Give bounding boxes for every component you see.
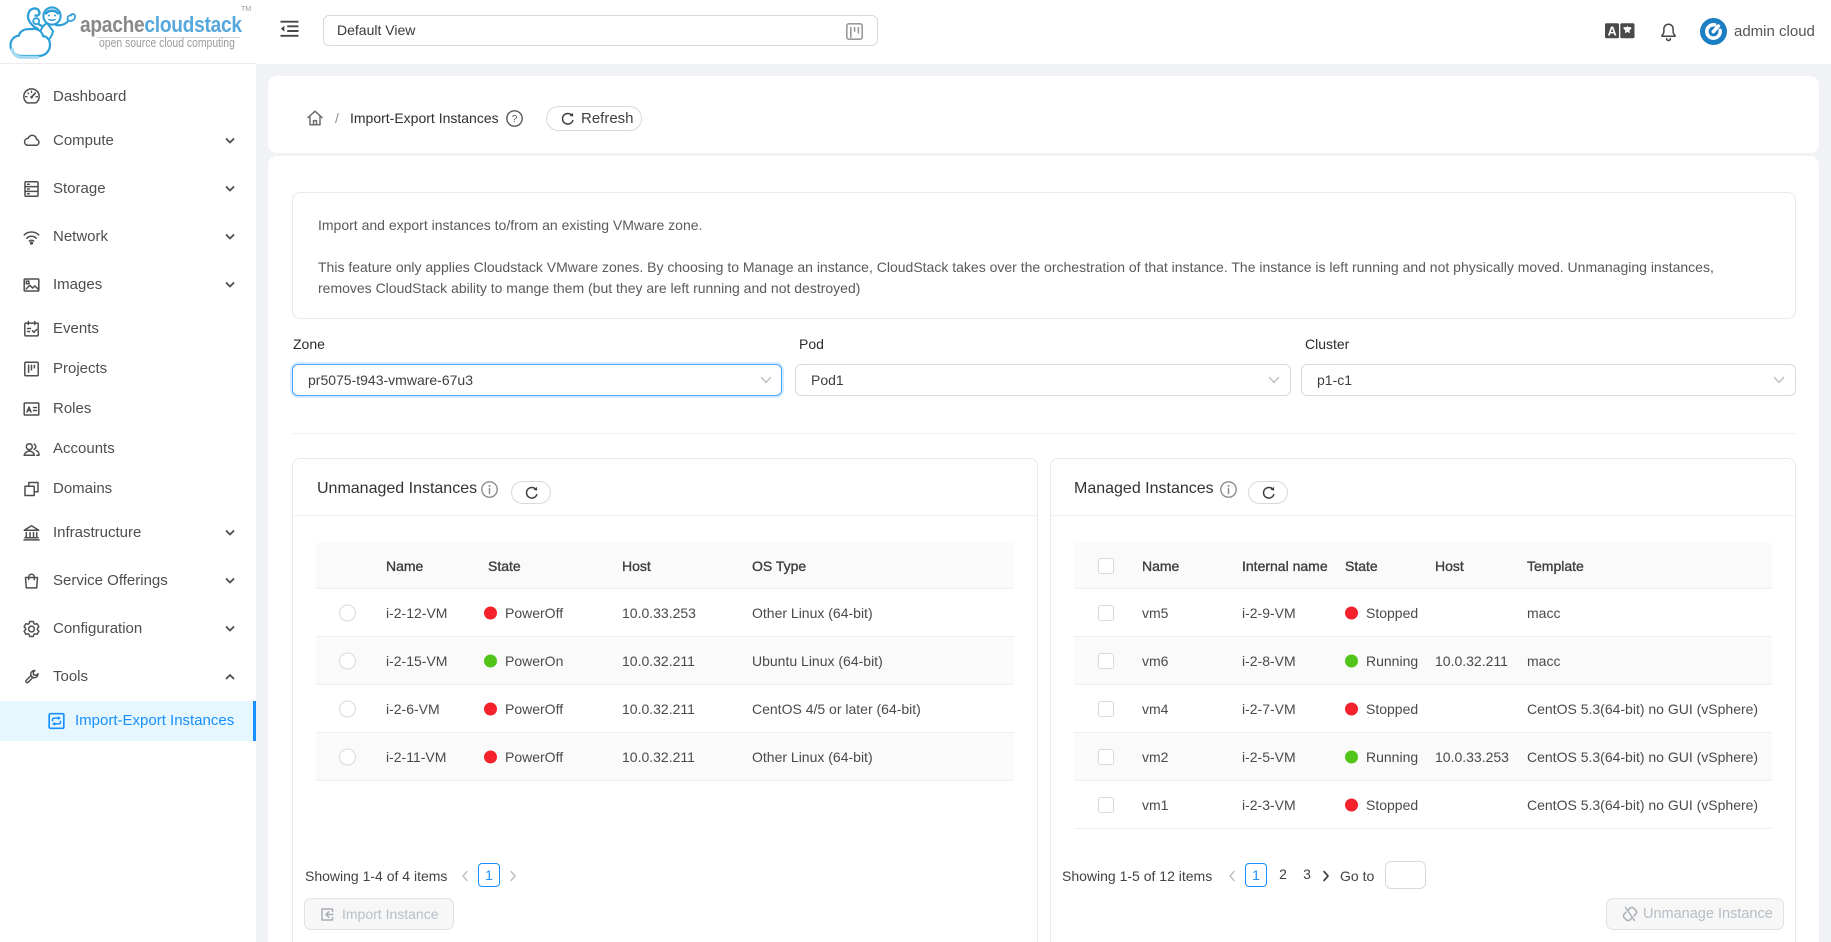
svg-text:A: A — [1608, 25, 1617, 39]
svg-text:?: ? — [512, 114, 518, 125]
